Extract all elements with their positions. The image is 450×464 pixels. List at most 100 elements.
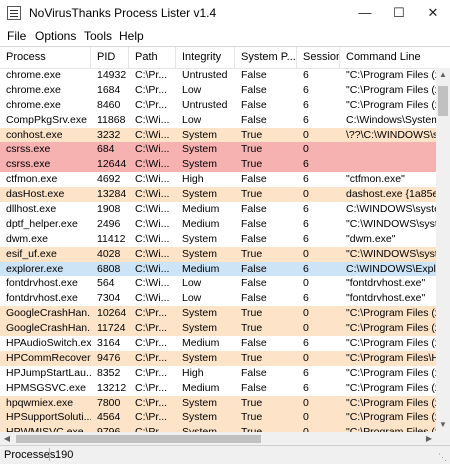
cell-command-line: "C:\Program Files (x8 [346,381,436,394]
column-header-pid[interactable]: PID [91,47,129,68]
status-label: Processes [4,449,56,461]
cell-command-line: "fontdrvhost.exe" [346,292,426,305]
table-row[interactable]: HPAudioSwitch.exe 3164 C:\Pr... Medium False… [0,336,436,351]
horizontal-scroll-thumb[interactable] [16,435,261,443]
cell-process: chrome.exe [6,83,61,96]
cell-session: 0 [303,411,309,424]
table-row[interactable]: dptf_helper.exe 2496 C:\Wi... Medium False 6 "… [0,217,436,232]
table-row[interactable]: GoogleCrashHan... 11724 C:\Pr... System True… [0,321,436,337]
cell-command-line: "C:\WINDOWS\syster [346,217,436,230]
cell-integrity: System [182,351,218,364]
cell-integrity: Medium [182,381,220,394]
scroll-left-icon[interactable]: ◀ [0,432,14,446]
cell-system-process: True [241,411,263,424]
cell-integrity: Low [182,292,202,305]
table-row[interactable]: chrome.exe 8460 C:\Pr... Untrusted False 6 "C:… [0,98,436,113]
menu-options[interactable]: Options [35,29,76,43]
cell-path: C:\Wi... [135,203,170,216]
table-row[interactable]: CompPkgSrv.exe 11868 C:\Wi... Low False 6 C:\W… [0,113,436,128]
cell-pid: 14932 [97,69,127,81]
table-row[interactable]: dwm.exe 11412 C:\Wi... System False 6 "dwm.exe… [0,232,436,247]
table-row[interactable]: chrome.exe 1684 C:\Pr... Low False 6 "C:\Progr… [0,83,436,98]
table-row[interactable]: HPSupportSoluti... 4564 C:\Pr... System True… [0,410,436,426]
cell-pid: 7304 [97,292,121,305]
table-row[interactable]: conhost.exe 3232 C:\Wi... System True 0 \??\C:… [0,127,436,143]
table-row[interactable]: csrss.exe 12644 C:\Wi... System True 6 [0,157,436,173]
cell-integrity: System [176,425,235,432]
table-row[interactable]: csrss.exe 684 C:\Wi... System True 0 [0,142,436,158]
vertical-scrollbar[interactable]: ▲ ▼ [436,68,450,432]
horizontal-scrollbar[interactable]: ◀ ▶ [0,432,436,446]
cell-integrity: System [182,232,218,245]
cell-system-process: False [241,173,267,186]
menu-help[interactable]: Help [119,29,144,43]
resize-grip-icon[interactable]: ⋱ [438,452,448,462]
column-header-command-line[interactable]: Command Line [340,47,436,68]
cell-session: 0 [303,277,309,290]
scroll-down-icon[interactable]: ▼ [436,418,450,432]
scroll-corner [436,432,450,446]
table-row[interactable]: ctfmon.exe 4692 C:\Wi... High False 6 "ctfmon.… [0,172,436,187]
cell-command-line: C:\WINDOWS\syster [346,203,436,216]
cell-command-line: "fontdrvhost.exe" [346,277,426,290]
title-bar: NoVirusThanks Process Lister v1.4 — ☐ ✕ [0,0,450,27]
cell-session: 6 [303,203,309,216]
column-header-session[interactable]: Session [297,47,340,68]
cell-integrity: Medium [182,217,220,230]
cell-session: 6 [303,366,309,379]
column-header-integrity[interactable]: Integrity [176,47,235,68]
minimize-button[interactable]: — [348,0,382,27]
menu-file[interactable]: File [7,29,26,43]
cell-command-line: "C:\Program Files (x8 [346,69,436,81]
scroll-right-icon[interactable]: ▶ [422,432,436,446]
cell-session: 6 [303,292,309,305]
table-row[interactable]: fontdrvhost.exe 7304 C:\Wi... Low False 6 "fon… [0,291,436,306]
cell-process: dptf_helper.exe [6,217,78,230]
app-icon [7,6,21,20]
cell-process: GoogleCrashHan... [6,322,91,335]
cell-pid: 1908 [97,203,121,216]
menu-tools[interactable]: Tools [84,29,112,43]
cell-system-process: False [241,69,267,81]
cell-path: C:\Pr... [135,381,168,394]
cell-integrity: Medium [182,203,220,216]
table-row[interactable]: dllhost.exe 1908 C:\Wi... Medium False 6 C:\WI… [0,202,436,217]
close-button[interactable]: ✕ [416,0,450,27]
table-row[interactable]: GoogleCrashHan... 10264 C:\Pr... System True… [0,306,436,322]
cell-system-process: False [241,232,267,245]
table-row[interactable]: hpqwmiex.exe 7800 C:\Pr... System True 0 "C:\P… [0,395,436,411]
cell-command-line: C:\WINDOWS\Explor [346,262,436,275]
cell-session: 0 [303,247,309,260]
cell-system-process: False [241,277,267,290]
cell-process: dasHost.exe [6,188,65,201]
maximize-button[interactable]: ☐ [382,0,416,27]
table-row[interactable]: dasHost.exe 13284 C:\Wi... System True 0 dasho… [0,187,436,203]
column-header-system-process[interactable]: System P... [235,47,297,68]
cell-session: 6 [303,337,309,350]
status-divider [49,448,50,461]
scroll-up-icon[interactable]: ▲ [436,68,450,82]
table-row[interactable]: HPWMISVC.exe9796C:\Pr...SystemTrue0"C:\P… [0,425,436,432]
cell-system-process: True [241,128,263,141]
cell-system-process: False [241,381,267,394]
table-row[interactable]: fontdrvhost.exe 564 C:\Wi... Low False 0 "font… [0,276,436,291]
cell-process: HPCommRecover... [6,351,91,364]
cell-command-line: "C:\Program Files (x8 [346,396,436,409]
cell-session: 0 [303,396,309,409]
vertical-scroll-thumb[interactable] [438,86,448,116]
cell-integrity: Medium [182,337,220,350]
table-row[interactable]: esif_uf.exe 4028 C:\Wi... System True 0 "C:\WI… [0,246,436,262]
table-row[interactable]: HPJumpStartLau... 8352 C:\Pr... High False 6 "… [0,366,436,381]
table-row[interactable]: HPCommRecover... 9476 C:\Pr... System True 0 "… [0,350,436,366]
cell-command-line: "C:\WINDOWS\syster [346,247,436,260]
cell-pid: 684 [97,143,115,156]
table-row[interactable]: chrome.exe 14932 C:\Pr... Untrusted False 6 "C… [0,68,436,83]
column-header-path[interactable]: Path [129,47,176,68]
cell-pid: 3232 [97,128,121,141]
cell-path: C:\Pr... [135,411,168,424]
column-header-process[interactable]: Process [0,47,91,68]
table-row[interactable]: explorer.exe 6808 C:\Wi... Medium False 6 C:\W… [0,261,436,277]
table-row[interactable]: HPMSGSVC.exe 13212 C:\Pr... Medium False 6 "C:… [0,381,436,396]
cell-process: dllhost.exe [6,203,57,216]
cell-command-line: C:\Windows\System [346,113,436,126]
